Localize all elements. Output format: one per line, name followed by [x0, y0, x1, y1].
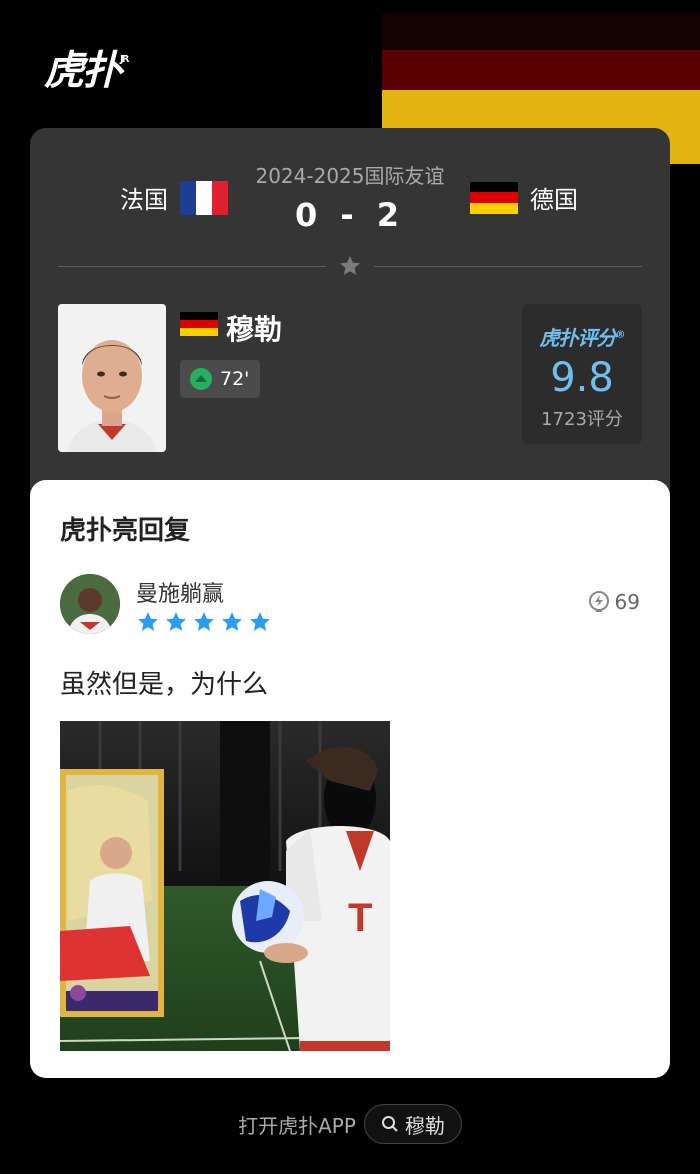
svg-text:T: T	[348, 896, 372, 940]
substitution-icon	[190, 368, 212, 390]
footer: 打开虎扑APP 穆勒	[0, 1104, 700, 1144]
star-rating	[136, 610, 272, 634]
player-portrait-image	[58, 304, 166, 452]
rating-brand-label: 虎扑评分	[539, 326, 617, 350]
star-icon	[250, 612, 270, 631]
logo-text: 虎扑	[44, 48, 122, 94]
search-button[interactable]: 穆勒	[363, 1104, 462, 1144]
star-icon	[340, 256, 360, 275]
player-photo[interactable]	[58, 304, 166, 452]
away-team-name: 德国	[530, 186, 578, 214]
star-icon	[222, 612, 242, 631]
avatar-image	[60, 574, 120, 634]
star-icon	[166, 612, 186, 631]
star-icon	[138, 612, 158, 631]
star-icon	[194, 612, 214, 631]
hupu-logo: 虎扑JR	[44, 38, 130, 96]
registered-icon: ®	[615, 329, 626, 341]
game-screenshot-image: T	[60, 721, 390, 1051]
username[interactable]: 曼施躺赢	[136, 576, 224, 608]
like-count: 69	[614, 590, 640, 614]
substitution-badge: 72'	[180, 360, 260, 398]
rating-brand: 虎扑评分®	[522, 322, 642, 351]
search-icon	[381, 1116, 398, 1132]
divider-left	[58, 266, 326, 267]
like-button[interactable]: 69	[587, 590, 640, 614]
match-card[interactable]: 2024-2025国际友谊 法国 0 - 2 德国 穆勒 72' 虎扑评分® 9…	[30, 128, 670, 528]
rating-value: 9.8	[550, 355, 614, 401]
hupu-rating-box[interactable]: 虎扑评分® 9.8 1723评分	[522, 304, 642, 444]
away-team[interactable]: 德国	[470, 180, 578, 215]
rating-count: 1723评分	[541, 409, 623, 430]
substitution-minute: 72'	[220, 368, 250, 390]
reply-text: 虽然但是，为什么	[60, 670, 269, 700]
reply-section-title: 虎扑亮回复	[60, 516, 191, 546]
logo-mark: JR	[120, 53, 130, 65]
search-term: 穆勒	[404, 1113, 445, 1138]
reply-card[interactable]: 虎扑亮回复 曼施躺赢 69 虽然但是，为什么 T	[30, 480, 670, 1078]
divider-right	[374, 266, 642, 267]
germany-flag-icon	[470, 181, 518, 214]
avatar[interactable]	[60, 574, 120, 634]
player-country-flag-icon	[180, 312, 218, 336]
player-name[interactable]: 穆勒	[226, 308, 282, 348]
open-app-link[interactable]: 打开虎扑APP	[238, 1110, 356, 1139]
lightning-like-icon	[588, 591, 609, 612]
reply-image[interactable]: T	[60, 721, 390, 1051]
